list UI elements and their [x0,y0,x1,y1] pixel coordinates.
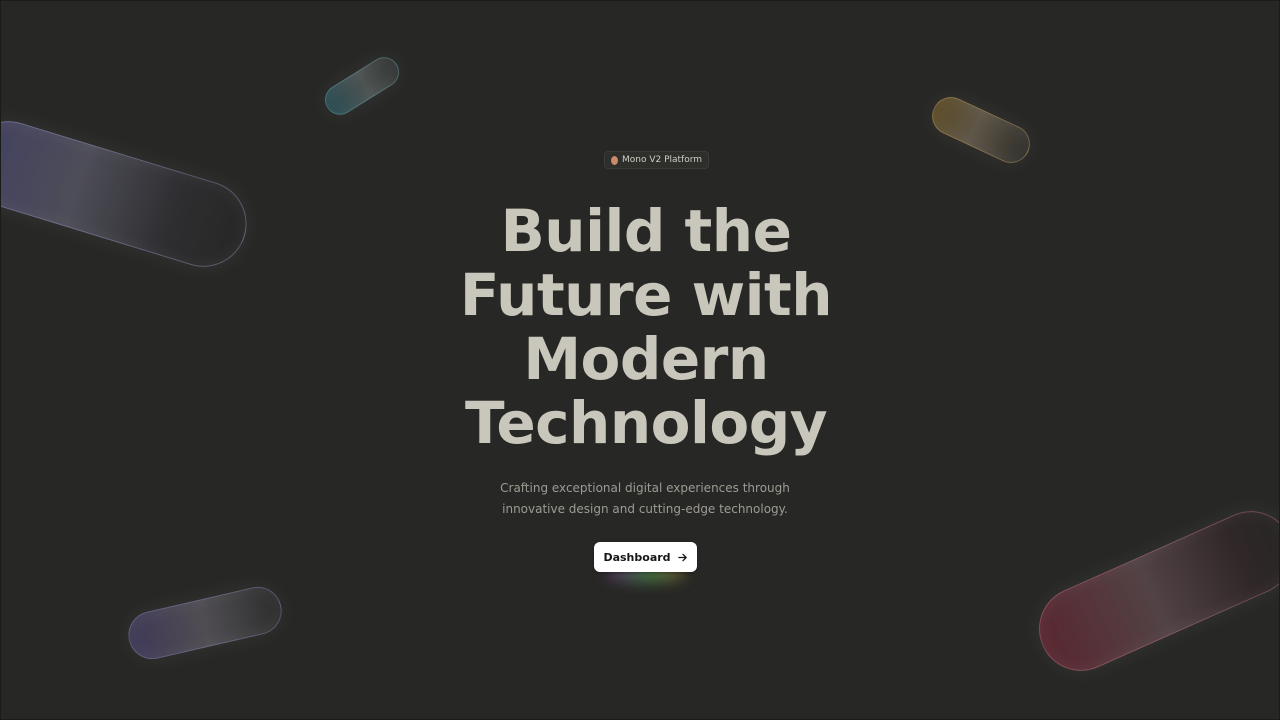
landing-page: Mono V2 Platform Build the Future with M… [0,0,1280,720]
headline-line: Technology [464,389,828,457]
dashboard-button-label: Dashboard [603,550,671,564]
status-dot-icon [611,155,618,165]
headline-line: Future with [459,261,833,329]
cta-container: Dashboard [594,542,697,582]
headline-line: Modern [523,325,769,393]
subtitle-line: Crafting exceptional digital experiences… [500,481,790,495]
dashboard-button[interactable]: Dashboard [594,542,697,572]
platform-badge: Mono V2 Platform [604,151,710,169]
subtitle-line: innovative design and cutting-edge techn… [502,502,788,516]
hero-headline: Build the Future with Modern Technology [441,199,851,455]
arrow-right-icon [677,553,687,561]
platform-badge-label: Mono V2 Platform [622,155,703,165]
hero-subtitle: Crafting exceptional digital experiences… [471,478,819,520]
headline-line: Build the [500,197,792,265]
hero-section: Mono V2 Platform Build the Future with M… [1,1,1279,719]
